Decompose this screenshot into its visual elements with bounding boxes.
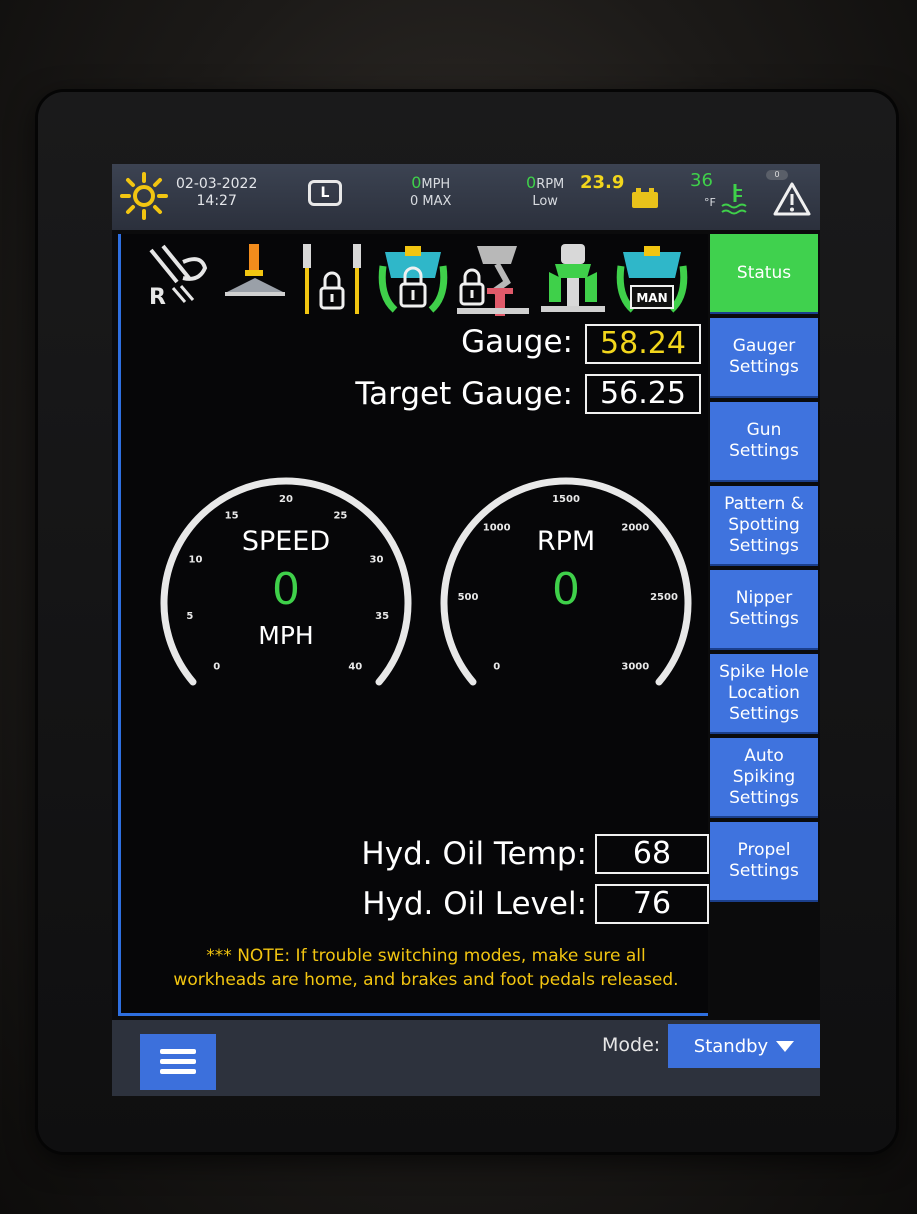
mode-value: Standby [693,1035,769,1057]
date-time: 02-03-2022 14:27 [176,176,257,210]
speed-dial-tick: 25 [333,511,347,522]
locked-pins-icon[interactable] [299,242,367,318]
speed-dial-value: 0 [272,564,300,615]
battery-icon [632,188,658,208]
rpm-dial-tick: 1500 [552,494,580,505]
rpm-readout: 0RPM Low [526,174,564,210]
oil-temp-value: 68 [595,834,709,874]
speed-dial-tick: 10 [189,555,203,566]
status-panel: R MAN Gauge: 58.24 Target Gauge: 56.25 0… [118,234,709,1016]
nav-spike-hole-location-settings[interactable]: Spike Hole Location Settings [710,654,818,734]
warning-icon[interactable] [772,180,812,218]
gauge-value: 58.24 [585,324,701,364]
locked-clamp-icon[interactable] [377,242,449,318]
coolant-icon [721,184,747,215]
target-gauge-value[interactable]: 56.25 [585,374,701,414]
time-text: 14:27 [196,193,237,209]
rpm-dial-tick: 500 [458,592,479,603]
svg-text:R: R [149,285,166,310]
speed-dial-tick: 5 [186,611,193,622]
battery-voltage: 23.9 [580,172,625,193]
hamburger-menu-icon[interactable] [140,1034,216,1090]
nav-gauger-settings[interactable]: Gauger Settings [710,318,818,398]
spiker-icon[interactable] [541,242,605,318]
nav-nipper-settings[interactable]: Nipper Settings [710,570,818,650]
rpm-dial: 0 500 1000 1500 2000 2500 3000 RPM 0 [440,477,692,686]
temperature-value: 36 [690,170,713,191]
oil-level-value: 76 [595,884,709,924]
mode-label: Mode: [602,1034,661,1056]
mode-note: *** NOTE: If trouble switching modes, ma… [173,946,679,990]
speed-dial-unit: MPH [258,621,313,650]
speed-readout: 0MPH 0 MAX [410,174,451,210]
side-nav: Status Gauger Settings Gun Settings Patt… [710,234,820,1016]
spot-gun-icon[interactable] [223,242,287,314]
l-badge: L [308,180,342,206]
notification-pill: 0 [766,170,788,180]
status-bar: 02-03-2022 14:27 L 0MPH 0 MAX 0RPM Low 2… [112,164,820,230]
speed-dial-tick: 40 [348,661,362,672]
speed-dial: 0 5 10 15 20 25 30 35 40 SPEED 0 MPH [160,477,412,686]
chevron-down-icon [776,1040,795,1052]
man-label: MAN [636,291,667,305]
rpm-sub: Low [532,194,558,209]
rpm-dial-value: 0 [552,564,580,615]
nav-status[interactable]: Status [710,234,818,314]
mode-dropdown[interactable]: Standby [668,1024,820,1068]
speed-sub: 0 MAX [410,194,452,209]
dials: 0 5 10 15 20 25 30 35 40 SPEED 0 MPH 0 500 1000 150… [160,477,692,686]
rpm-dial-tick: 3000 [621,661,649,672]
target-gauge-label: Target Gauge: [355,376,573,412]
oil-level-label: Hyd. Oil Level: [362,886,587,922]
rpm-dial-tick: 1000 [483,523,511,534]
temperature-unit: °F [704,196,716,209]
workhead-icons: R MAN [131,242,701,320]
date-text: 02-03-2022 [176,176,258,192]
sun-icon[interactable] [120,172,168,220]
bottom-bar: Mode: Standby [112,1020,820,1096]
speed-dial-tick: 35 [375,611,389,622]
rpm-title: RPM [537,526,595,557]
hmi-screen: 02-03-2022 14:27 L 0MPH 0 MAX 0RPM Low 2… [112,164,820,1096]
nav-gun-settings[interactable]: Gun Settings [710,402,818,482]
speed-dial-tick: 15 [225,511,239,522]
nav-pattern-spotting-settings[interactable]: Pattern & Spotting Settings [710,486,818,566]
rpm-value: 0 [526,173,537,192]
speed-value: 0 [411,173,422,192]
rpm-dial-tick: 2000 [621,523,649,534]
nav-auto-spiking-settings[interactable]: Auto Spiking Settings [710,738,818,818]
locked-nipper-icon[interactable] [457,242,529,318]
gauge-label: Gauge: [461,324,573,360]
rpm-dial-tick: 2500 [650,592,678,603]
oil-temp-label: Hyd. Oil Temp: [361,836,587,872]
rpm-dial-tick: 0 [493,661,500,672]
speed-dial-tick: 0 [213,661,220,672]
rail-r-icon[interactable]: R [143,242,213,314]
nav-propel-settings[interactable]: Propel Settings [710,822,818,902]
rpm-unit: RPM [536,177,565,192]
speed-dial-tick: 20 [279,494,293,505]
speed-unit: MPH [421,177,451,192]
speed-dial-tick: 30 [370,555,384,566]
speed-title: SPEED [242,526,330,557]
manual-clamp-icon[interactable]: MAN [615,242,689,318]
